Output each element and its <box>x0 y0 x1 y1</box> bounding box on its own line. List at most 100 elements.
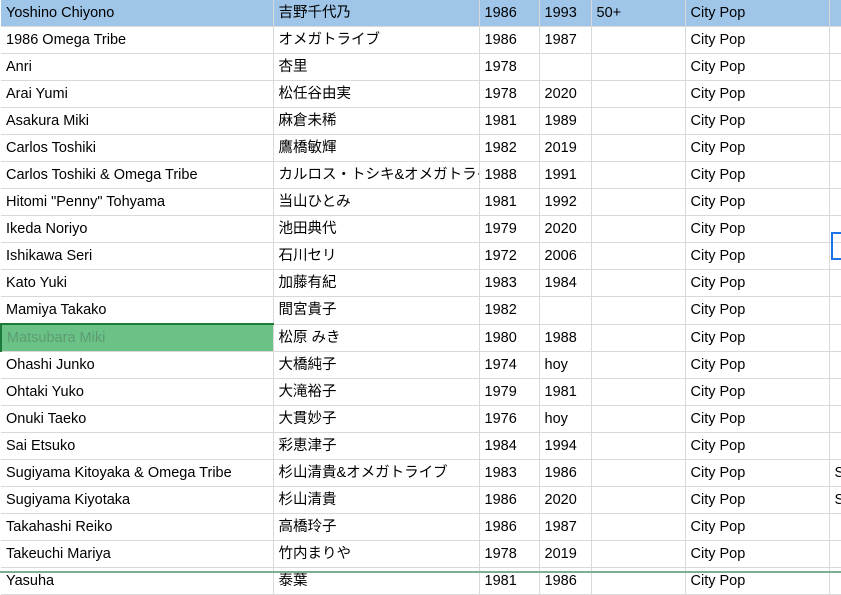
cell-age[interactable] <box>591 324 686 352</box>
cell-genre[interactable]: City Pop <box>684 324 830 352</box>
cell-name_jp[interactable]: 加藤有紀 <box>273 269 480 297</box>
cell-genre[interactable]: City Pop <box>684 378 830 406</box>
table-row[interactable]: Asakura Miki 麻倉未稀 1981 1989 City Pop <box>1 107 841 135</box>
table-row[interactable]: Anri 杏里 1978 City Pop <box>1 53 841 81</box>
cell-name[interactable]: 1986 Omega Tribe <box>1 26 274 54</box>
cell-age[interactable] <box>591 161 686 189</box>
cell-year_to[interactable]: 2020 <box>539 80 592 108</box>
cell-name[interactable]: Sai Etsuko <box>1 432 274 460</box>
cell-name_jp[interactable]: 大貫妙子 <box>273 405 480 433</box>
cell-year_to[interactable]: 1986 <box>539 459 592 487</box>
cell-genre[interactable]: City Pop <box>684 351 830 379</box>
cell-genre[interactable]: City Pop <box>684 269 830 297</box>
cell-year_to[interactable]: 2019 <box>539 134 592 162</box>
cell-year_to[interactable]: 1991 <box>539 161 592 189</box>
cell-extra[interactable] <box>828 134 841 162</box>
cell-name_jp[interactable]: 鷹橋敏輝 <box>273 134 480 162</box>
cell-name[interactable]: Sugiyama Kitoyaka & Omega Tribe <box>1 459 274 487</box>
cell-genre[interactable]: City Pop <box>684 432 830 460</box>
cell-year_to[interactable]: 1987 <box>539 513 592 541</box>
cell-name_jp[interactable]: 杉山清貴&オメガトライブ <box>273 459 480 487</box>
table-row[interactable]: Mamiya Takako 間宮貴子 1982 City Pop <box>1 296 841 325</box>
cell-extra[interactable] <box>828 513 841 541</box>
cell-genre[interactable]: City Pop <box>684 459 830 487</box>
cell-genre[interactable]: City Pop <box>684 53 830 81</box>
cell-age[interactable] <box>591 242 686 270</box>
cell-year_to[interactable]: 1988 <box>539 324 592 352</box>
cell-year_from[interactable]: 1979 <box>479 215 540 243</box>
cell-extra[interactable]: S <box>828 486 841 514</box>
cell-year_from[interactable]: 1981 <box>479 107 540 135</box>
cell-name_jp[interactable]: 松原 みき <box>273 324 480 352</box>
table-row[interactable]: Matsubara Miki 松原 みき 1980 1988 City Pop <box>0 323 841 352</box>
cell-extra[interactable] <box>828 269 841 297</box>
cell-name_jp[interactable]: 大滝裕子 <box>273 378 480 406</box>
cell-extra[interactable] <box>828 80 841 108</box>
cell-name_jp[interactable]: 杉山清貴 <box>273 486 480 514</box>
table-row[interactable]: Kato Yuki 加藤有紀 1983 1984 City Pop <box>1 269 841 297</box>
cell-name[interactable]: Takeuchi Mariya <box>1 540 274 568</box>
cell-extra[interactable] <box>828 296 841 325</box>
table-row[interactable]: 1986 Omega Tribe オメガトライブ 1986 1987 City Pop <box>1 26 841 54</box>
cell-year_from[interactable]: 1982 <box>479 134 540 162</box>
table-row[interactable]: Carlos Toshiki & Omega Tribe カルロス・トシキ&オメガ… <box>1 161 841 189</box>
cell-year_to[interactable]: 1994 <box>539 432 592 460</box>
cell-name[interactable]: Hitomi "Penny" Tohyama <box>1 188 274 216</box>
cell-name[interactable]: Ikeda Noriyo <box>1 215 274 243</box>
cell-genre[interactable]: City Pop <box>684 296 830 325</box>
cell-age[interactable] <box>591 215 686 243</box>
cell-year_from[interactable]: 1982 <box>479 296 540 325</box>
cell-year_from[interactable]: 1983 <box>479 459 540 487</box>
cell-name_jp[interactable]: 石川セリ <box>273 242 480 270</box>
cell-year_from[interactable]: 1976 <box>479 405 540 433</box>
cell-name[interactable]: Sugiyama Kiyotaka <box>1 486 274 514</box>
table-row[interactable]: Ohtaki Yuko 大滝裕子 1979 1981 City Pop <box>1 378 841 406</box>
cell-extra[interactable] <box>828 540 841 568</box>
cell-name_jp[interactable]: 竹内まりや <box>273 540 480 568</box>
cell-year_from[interactable]: 1972 <box>479 242 540 270</box>
table-row[interactable]: Takeuchi Mariya 竹内まりや 1978 2019 City Pop <box>1 540 841 568</box>
cell-genre[interactable]: City Pop <box>684 0 830 27</box>
cell-age[interactable] <box>591 296 686 325</box>
cell-year_from[interactable]: 1986 <box>479 513 540 541</box>
cell-genre[interactable]: City Pop <box>684 134 830 162</box>
cell-year_to[interactable]: 2019 <box>539 540 592 568</box>
cell-year_to[interactable]: 1993 <box>539 0 592 27</box>
cell-genre[interactable]: City Pop <box>684 513 830 541</box>
cell-extra[interactable] <box>828 242 841 270</box>
cell-year_from[interactable]: 1981 <box>479 188 540 216</box>
cell-age[interactable] <box>591 107 686 135</box>
cell-year_from[interactable]: 1978 <box>479 80 540 108</box>
cell-age[interactable] <box>591 459 686 487</box>
cell-name_jp[interactable]: 高橋玲子 <box>273 513 480 541</box>
table-row[interactable]: Hitomi "Penny" Tohyama 当山ひとみ 1981 1992 City … <box>1 188 841 216</box>
cell-age[interactable] <box>591 134 686 162</box>
cell-extra[interactable] <box>828 215 841 243</box>
cell-genre[interactable]: City Pop <box>684 540 830 568</box>
cell-age[interactable] <box>591 188 686 216</box>
cell-name_jp[interactable]: 彩恵津子 <box>273 432 480 460</box>
cell-extra[interactable] <box>828 351 841 379</box>
table-row[interactable]: Ishikawa Seri 石川セリ 1972 2006 City Pop <box>1 242 841 270</box>
cell-year_from[interactable]: 1979 <box>479 378 540 406</box>
table-row[interactable]: Sai Etsuko 彩恵津子 1984 1994 City Pop <box>1 432 841 460</box>
cell-name[interactable]: Kato Yuki <box>1 269 274 297</box>
cell-name[interactable]: Anri <box>1 53 274 81</box>
cell-name[interactable]: Yoshino Chiyono <box>1 0 274 27</box>
cell-genre[interactable]: City Pop <box>684 405 830 433</box>
cell-extra[interactable] <box>828 0 841 27</box>
table-row[interactable]: Takahashi Reiko 高橋玲子 1986 1987 City Pop <box>1 513 841 541</box>
selected-cell[interactable]: Matsubara Miki <box>0 323 274 352</box>
table-row[interactable]: Onuki Taeko 大貫妙子 1976 hoy City Pop <box>1 405 841 433</box>
table-row[interactable]: Ohashi Junko 大橋純子 1974 hoy City Pop <box>1 351 841 379</box>
cell-name_jp[interactable]: 松任谷由実 <box>273 80 480 108</box>
cell-genre[interactable]: City Pop <box>684 486 830 514</box>
table-row[interactable]: Carlos Toshiki 鷹橋敏輝 1982 2019 City Pop <box>1 134 841 162</box>
cell-extra[interactable] <box>828 432 841 460</box>
cell-name_jp[interactable]: 吉野千代乃 <box>273 0 480 27</box>
cell-name_jp[interactable]: 当山ひとみ <box>273 188 480 216</box>
cell-year_to[interactable] <box>539 296 592 325</box>
cell-age[interactable] <box>591 26 686 54</box>
cell-name[interactable]: Carlos Toshiki & Omega Tribe <box>1 161 274 189</box>
cell-year_to[interactable]: 2020 <box>539 215 592 243</box>
